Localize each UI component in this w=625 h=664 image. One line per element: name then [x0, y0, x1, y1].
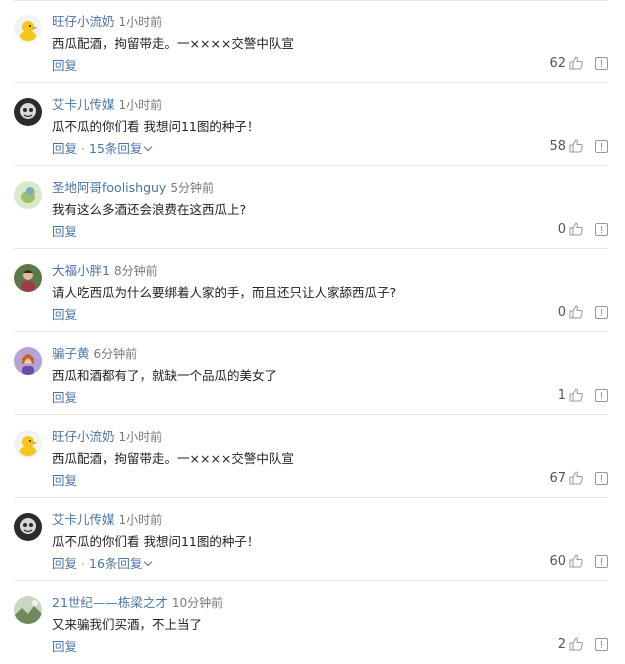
comment-time: 6分钟前	[93, 347, 138, 361]
view-replies-button[interactable]: 15条回复	[89, 141, 153, 156]
comment-item: 大福小胖1 8分钟前 请人吃西瓜为什么要绑着人家的手，而且还只让人家舔西瓜子? 回…	[14, 249, 608, 332]
mask-avatar-icon[interactable]	[14, 98, 42, 126]
comment-text: 又来骗我们买酒，不上当了	[52, 617, 203, 632]
comment-actions: 回复	[52, 636, 77, 655]
replies-count-label: 16条回复	[89, 556, 143, 571]
author-name[interactable]: 骗子黄	[52, 346, 90, 361]
like-area: 0	[558, 304, 608, 320]
separator-dot: ·	[81, 141, 85, 156]
thumbs-up-icon[interactable]	[569, 305, 583, 319]
thumbs-up-icon[interactable]	[569, 222, 583, 236]
comment-actions: 回复	[52, 221, 77, 240]
reply-button[interactable]: 回复	[52, 639, 77, 654]
thumbs-up-icon[interactable]	[569, 554, 583, 568]
comment-text: 瓜不瓜的你们看 我想问11图的种子！	[52, 534, 260, 549]
comment-item: 骗子黄 6分钟前 西瓜和酒都有了，就缺一个品瓜的美女了 回复 1	[14, 332, 608, 415]
like-area: 58	[549, 138, 608, 154]
author-name[interactable]: 圣地阿哥foolishguy	[52, 180, 166, 195]
comment-item: 艾卡儿传媒 1小时前 瓜不瓜的你们看 我想问11图的种子！ 回复 · 16条回复 60	[14, 498, 608, 581]
like-count: 0	[557, 221, 566, 237]
like-area: 1	[558, 387, 608, 403]
comment-actions: 回复	[52, 387, 77, 406]
comment-time: 8分钟前	[113, 264, 158, 278]
like-area: 67	[549, 470, 608, 486]
like-area: 60	[549, 553, 608, 569]
comment-text: 西瓜配酒，拘留带走。一××××交警中队宣	[52, 36, 294, 51]
like-count: 60	[549, 553, 566, 569]
comment-item: 21世纪——栋梁之才 10分钟前 又来骗我们买酒，不上当了 回复 2	[14, 581, 608, 664]
report-icon[interactable]	[595, 388, 608, 402]
comment-actions: 回复	[52, 470, 77, 489]
mask-avatar-icon[interactable]	[14, 513, 42, 541]
report-icon[interactable]	[595, 305, 608, 319]
report-icon[interactable]	[595, 554, 608, 568]
comment-time: 1小时前	[118, 15, 163, 29]
thumbs-up-icon[interactable]	[569, 139, 583, 153]
thumbs-up-icon[interactable]	[569, 56, 583, 70]
thumbs-up-icon[interactable]	[569, 471, 583, 485]
comment-text: 西瓜和酒都有了，就缺一个品瓜的美女了	[52, 368, 278, 383]
comment-time: 1小时前	[118, 513, 163, 527]
author-name[interactable]: 大福小胖1	[52, 263, 110, 278]
author-name[interactable]: 艾卡儿传媒	[52, 97, 115, 112]
comment-item: 旺仔小流奶 1小时前 西瓜配酒，拘留带走。一××××交警中队宣 回复 67	[14, 415, 608, 498]
reply-button[interactable]: 回复	[52, 58, 77, 73]
comment-time: 1小时前	[118, 430, 163, 444]
author-name[interactable]: 旺仔小流奶	[52, 429, 115, 444]
comment-text: 请人吃西瓜为什么要绑着人家的手，而且还只让人家舔西瓜子?	[52, 285, 397, 300]
girl-avatar-icon[interactable]	[14, 347, 42, 375]
comment-item: 旺仔小流奶 1小时前 西瓜配酒，拘留带走。一××××交警中队宣 回复 62	[14, 0, 608, 83]
report-icon[interactable]	[595, 56, 608, 70]
author-name[interactable]: 21世纪——栋梁之才	[52, 595, 168, 610]
like-count: 58	[549, 138, 566, 154]
author-name[interactable]: 艾卡儿传媒	[52, 512, 115, 527]
comment-time: 1小时前	[118, 98, 163, 112]
comment-actions: 回复 · 15条回复	[52, 138, 153, 157]
comment-actions: 回复 · 16条回复	[52, 553, 153, 572]
reply-button[interactable]: 回复	[52, 224, 77, 239]
comment-text: 瓜不瓜的你们看 我想问11图的种子！	[52, 119, 260, 134]
like-count: 67	[549, 470, 566, 486]
like-count: 1	[557, 387, 566, 403]
replies-count-label: 15条回复	[89, 141, 143, 156]
reply-button[interactable]: 回复	[52, 556, 77, 571]
duck-avatar-icon[interactable]	[14, 430, 42, 458]
bird-avatar-icon[interactable]	[14, 181, 42, 209]
report-icon[interactable]	[595, 471, 608, 485]
like-count: 62	[549, 55, 566, 71]
comment-time: 10分钟前	[171, 596, 224, 610]
reply-button[interactable]: 回复	[52, 390, 77, 405]
duck-avatar-icon[interactable]	[14, 15, 42, 43]
reply-button[interactable]: 回复	[52, 473, 77, 488]
like-count: 0	[557, 304, 566, 320]
report-icon[interactable]	[595, 637, 608, 651]
view-replies-button[interactable]: 16条回复	[89, 556, 153, 571]
reply-button[interactable]: 回复	[52, 141, 77, 156]
report-icon[interactable]	[595, 222, 608, 236]
author-name[interactable]: 旺仔小流奶	[52, 14, 115, 29]
chevron-down-icon	[144, 557, 153, 567]
landscape-avatar-icon[interactable]	[14, 596, 42, 624]
like-area: 62	[549, 55, 608, 71]
thumbs-up-icon[interactable]	[569, 637, 583, 651]
comment-actions: 回复	[52, 55, 77, 74]
reply-button[interactable]: 回复	[52, 307, 77, 322]
like-area: 0	[558, 221, 608, 237]
comment-text: 西瓜配酒，拘留带走。一××××交警中队宣	[52, 451, 294, 466]
separator-dot: ·	[81, 556, 85, 571]
like-area: 2	[558, 636, 608, 652]
person-avatar-icon[interactable]	[14, 264, 42, 292]
report-icon[interactable]	[595, 139, 608, 153]
chevron-down-icon	[144, 142, 153, 152]
comment-list: 旺仔小流奶 1小时前 西瓜配酒，拘留带走。一××××交警中队宣 回复 62 艾卡儿…	[14, 0, 608, 664]
comment-time: 5分钟前	[170, 181, 214, 195]
thumbs-up-icon[interactable]	[569, 388, 583, 402]
comment-actions: 回复	[52, 304, 77, 323]
comment-item: 艾卡儿传媒 1小时前 瓜不瓜的你们看 我想问11图的种子！ 回复 · 15条回复 58	[14, 83, 608, 166]
comment-item: 圣地阿哥foolishguy 5分钟前 我有这么多酒还会浪费在这西瓜上? 回复 0	[14, 166, 608, 249]
like-count: 2	[557, 636, 566, 652]
comment-text: 我有这么多酒还会浪费在这西瓜上?	[52, 202, 247, 217]
